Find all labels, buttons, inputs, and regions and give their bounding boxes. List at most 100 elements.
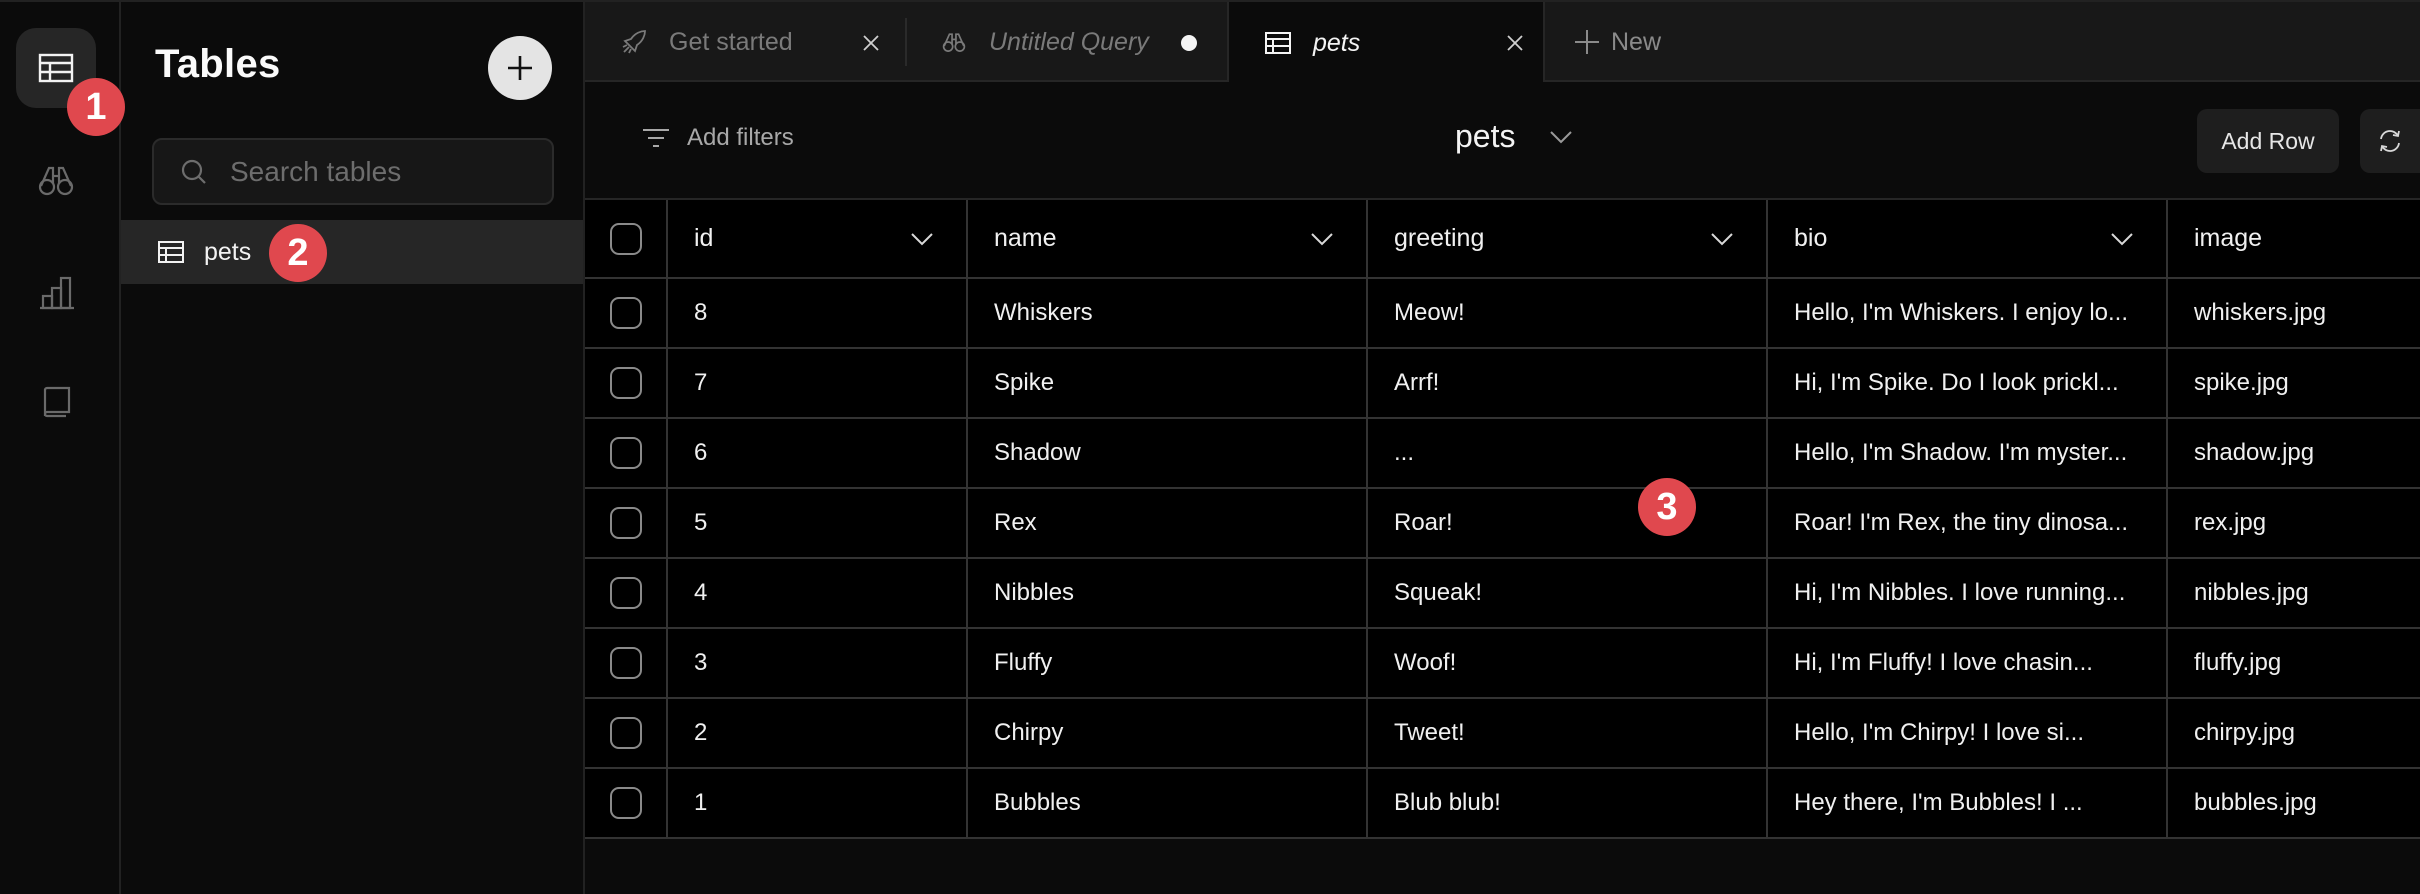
cell-name[interactable]: Chirpy (968, 699, 1368, 767)
close-icon[interactable] (861, 33, 881, 53)
cell-image[interactable]: shadow.jpg (2168, 419, 2420, 487)
table-row[interactable]: 4 Nibbles Squeak! Hi, I'm Nibbles. I love r… (585, 559, 2420, 629)
row-checkbox[interactable] (609, 787, 642, 819)
cell-image[interactable]: whiskers.jpg (2168, 279, 2420, 347)
cell-name[interactable]: Whiskers (968, 279, 1368, 347)
binoculars-icon (38, 166, 74, 196)
cell-value: Tweet! (1394, 719, 1465, 746)
row-checkbox[interactable] (609, 297, 642, 329)
column-header-image[interactable]: image (2168, 200, 2420, 277)
cell-name[interactable]: Shadow (968, 419, 1368, 487)
chevron-down-icon[interactable] (910, 232, 934, 246)
add-table-button[interactable] (488, 36, 552, 100)
table-row[interactable]: 6 Shadow... Hello, I'm Shadow. I'm myster.… (585, 419, 2420, 489)
cell-value: 1 (694, 789, 708, 816)
cell-image[interactable]: chirpy.jpg (2168, 699, 2420, 767)
select-all-checkbox[interactable] (609, 222, 642, 255)
row-checkbox[interactable] (609, 577, 642, 609)
cell-image[interactable]: spike.jpg (2168, 349, 2420, 417)
unsaved-dot-icon (1181, 35, 1197, 51)
cell-image[interactable]: bubbles.jpg (2168, 769, 2420, 837)
cell-greeting[interactable]: Woof! (1368, 629, 1768, 697)
cell-value: ... (1394, 439, 1415, 466)
cell-bio[interactable]: Hey there, I'm Bubbles! I ... (1768, 769, 2168, 837)
cell-value: Hello, I'm Whiskers. I enjoy lo... (1794, 299, 2129, 326)
chevron-down-icon[interactable] (1310, 232, 1334, 246)
cell-value: Rex (994, 509, 1037, 536)
tab-get-started[interactable]: Get started (585, 2, 905, 82)
table-list-item-pets[interactable]: pets (121, 220, 583, 284)
column-header-id[interactable]: id (668, 200, 968, 277)
table-selector[interactable]: pets (1455, 118, 1573, 155)
cell-value: 2 (694, 719, 708, 746)
cell-name[interactable]: Fluffy (968, 629, 1368, 697)
cell-value: Spike (994, 369, 1055, 396)
cell-bio[interactable]: Hello, I'm Shadow. I'm myster... (1768, 419, 2168, 487)
cell-id[interactable]: 8 (668, 279, 968, 347)
table-row[interactable]: 1 Bubbles Blub blub! Hey there, I'm Bubbles… (585, 769, 2420, 839)
search-tables-input[interactable] (230, 155, 530, 188)
table-row[interactable]: 8 Whiskers Meow! Hello, I'm Whiskers. I enj… (585, 279, 2420, 349)
cell-image[interactable]: fluffy.jpg (2168, 629, 2420, 697)
rail-queries-button[interactable] (16, 140, 96, 220)
tab-untitled-query[interactable]: Untitled Query (905, 2, 1227, 82)
chevron-down-icon[interactable] (2110, 232, 2134, 246)
table-row[interactable]: 7 Spike Arrf! Hi, I'm Spike. Do I look pric… (585, 349, 2420, 419)
cell-id[interactable]: 4 (668, 559, 968, 627)
refresh-button[interactable] (2360, 109, 2420, 173)
cell-bio[interactable]: Roar! I'm Rex, the tiny dinosa... (1768, 489, 2168, 557)
add-row-button[interactable]: Add Row (2197, 109, 2339, 173)
cell-value: Shadow (994, 439, 1081, 466)
table-toolbar: Add filters pets Add Row (585, 82, 2420, 200)
cell-name[interactable]: Nibbles (968, 559, 1368, 627)
cell-greeting[interactable]: Tweet! (1368, 699, 1768, 767)
column-header-bio[interactable]: bio (1768, 200, 2168, 277)
plus-icon (1575, 30, 1599, 54)
new-tab-button[interactable]: New (1545, 2, 1685, 82)
column-header-name[interactable]: name (968, 200, 1368, 277)
add-filters-button[interactable]: Add filters (641, 124, 794, 152)
cell-greeting[interactable]: Arrf! (1368, 349, 1768, 417)
cell-greeting[interactable]: Roar! (1368, 489, 1768, 557)
cell-id[interactable]: 5 (668, 489, 968, 557)
tab-label: pets (1313, 28, 1361, 57)
tab-pets[interactable]: pets (1227, 2, 1545, 84)
chevron-down-icon[interactable] (1710, 232, 1734, 246)
cell-id[interactable]: 3 (668, 629, 968, 697)
cell-bio[interactable]: Hi, I'm Nibbles. I love running... (1768, 559, 2168, 627)
row-checkbox[interactable] (609, 647, 642, 679)
row-checkbox[interactable] (609, 507, 642, 539)
table-row[interactable]: 3 Fluffy Woof! Hi, I'm Fluffy! I love chasi… (585, 629, 2420, 699)
row-checkbox[interactable] (609, 717, 642, 749)
close-icon[interactable] (1505, 33, 1525, 53)
cell-name[interactable]: Spike (968, 349, 1368, 417)
cell-greeting[interactable]: ... (1368, 419, 1768, 487)
cell-value: Chirpy (994, 719, 1064, 746)
cell-image[interactable]: rex.jpg (2168, 489, 2420, 557)
cell-bio[interactable]: Hi, I'm Spike. Do I look prickl... (1768, 349, 2168, 417)
annotation-badge-2: 2 (269, 224, 327, 282)
row-select-cell (585, 349, 668, 417)
cell-greeting[interactable]: Squeak! (1368, 559, 1768, 627)
cell-bio[interactable]: Hello, I'm Chirpy! I love si... (1768, 699, 2168, 767)
column-header-greeting[interactable]: greeting (1368, 200, 1768, 277)
cell-image[interactable]: nibbles.jpg (2168, 559, 2420, 627)
cell-id[interactable]: 7 (668, 349, 968, 417)
table-row[interactable]: 5 Rex Roar! Roar! I'm Rex, the tiny dinosa.… (585, 489, 2420, 559)
cell-greeting[interactable]: Blub blub! (1368, 769, 1768, 837)
cell-name[interactable]: Rex (968, 489, 1368, 557)
rail-charts-button[interactable] (16, 252, 96, 332)
rail-docs-button[interactable] (16, 362, 96, 442)
row-checkbox[interactable] (609, 437, 642, 469)
cell-greeting[interactable]: Meow! (1368, 279, 1768, 347)
cell-bio[interactable]: Hi, I'm Fluffy! I love chasin... (1768, 629, 2168, 697)
cell-name[interactable]: Bubbles (968, 769, 1368, 837)
cell-value: 3 (694, 649, 708, 676)
cell-id[interactable]: 2 (668, 699, 968, 767)
table-row[interactable]: 2 Chirpy Tweet! Hello, I'm Chirpy! I love s… (585, 699, 2420, 769)
row-checkbox[interactable] (609, 367, 642, 399)
cell-bio[interactable]: Hello, I'm Whiskers. I enjoy lo... (1768, 279, 2168, 347)
cell-id[interactable]: 1 (668, 769, 968, 837)
cell-value: 7 (694, 369, 708, 396)
cell-id[interactable]: 6 (668, 419, 968, 487)
